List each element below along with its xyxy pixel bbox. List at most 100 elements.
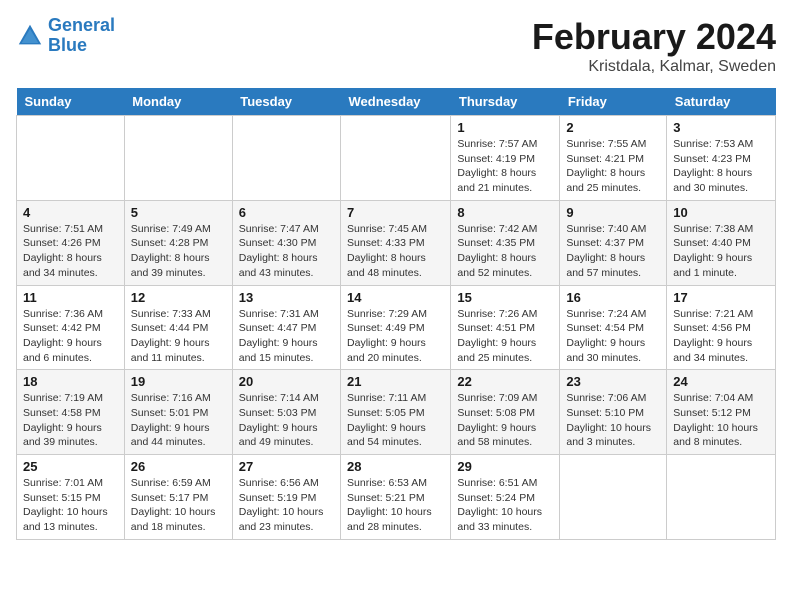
calendar-cell: 23 Sunrise: 7:06 AM Sunset: 5:10 PM Dayli… (560, 370, 667, 455)
day-number: 28 (347, 459, 444, 474)
day-info: Sunrise: 6:56 AM Sunset: 5:19 PM Dayligh… (239, 476, 334, 535)
day-number: 9 (566, 205, 660, 220)
calendar-cell: 17Sunrise: 7:21 AM Sunset: 4:56 PM Dayli… (667, 285, 776, 370)
weekday-header-row: SundayMondayTuesdayWednesdayThursdayFrid… (17, 88, 776, 116)
title-area: February 2024 Kristdala, Kalmar, Sweden (532, 16, 776, 76)
day-info: Sunrise: 7:57 AM Sunset: 4:19 PM Dayligh… (457, 137, 553, 196)
calendar-cell: 5 Sunrise: 7:49 AM Sunset: 4:28 PM Daylig… (124, 200, 232, 285)
day-number: 16 (566, 290, 660, 305)
week-row-5: 25 Sunrise: 7:01 AM Sunset: 5:15 PM Dayli… (17, 455, 776, 540)
day-number: 13 (239, 290, 334, 305)
day-number: 23 (566, 374, 660, 389)
day-info: Sunrise: 7:01 AM Sunset: 5:15 PM Dayligh… (23, 476, 118, 535)
day-info: Sunrise: 7:40 AM Sunset: 4:37 PM Dayligh… (566, 222, 660, 281)
calendar-cell (667, 455, 776, 540)
calendar-cell: 25 Sunrise: 7:01 AM Sunset: 5:15 PM Dayli… (17, 455, 125, 540)
calendar-cell: 14Sunrise: 7:29 AM Sunset: 4:49 PM Dayli… (341, 285, 451, 370)
calendar-cell: 16 Sunrise: 7:24 AM Sunset: 4:54 PM Dayli… (560, 285, 667, 370)
day-info: Sunrise: 7:49 AM Sunset: 4:28 PM Dayligh… (131, 222, 226, 281)
day-number: 27 (239, 459, 334, 474)
day-info: Sunrise: 7:06 AM Sunset: 5:10 PM Dayligh… (566, 391, 660, 450)
day-info: Sunrise: 7:09 AM Sunset: 5:08 PM Dayligh… (457, 391, 553, 450)
calendar-cell: 15 Sunrise: 7:26 AM Sunset: 4:51 PM Dayli… (451, 285, 560, 370)
calendar-cell: 4Sunrise: 7:51 AM Sunset: 4:26 PM Daylig… (17, 200, 125, 285)
logo-icon (16, 22, 44, 50)
calendar-cell: 13 Sunrise: 7:31 AM Sunset: 4:47 PM Dayli… (232, 285, 340, 370)
day-info: Sunrise: 7:55 AM Sunset: 4:21 PM Dayligh… (566, 137, 660, 196)
week-row-4: 18Sunrise: 7:19 AM Sunset: 4:58 PM Dayli… (17, 370, 776, 455)
weekday-header-friday: Friday (560, 88, 667, 116)
day-number: 7 (347, 205, 444, 220)
day-number: 29 (457, 459, 553, 474)
day-number: 18 (23, 374, 118, 389)
logo-line1: General (48, 15, 115, 35)
calendar-cell: 8 Sunrise: 7:42 AM Sunset: 4:35 PM Daylig… (451, 200, 560, 285)
day-number: 24 (673, 374, 769, 389)
calendar-cell (124, 116, 232, 201)
day-info: Sunrise: 7:51 AM Sunset: 4:26 PM Dayligh… (23, 222, 118, 281)
day-info: Sunrise: 6:59 AM Sunset: 5:17 PM Dayligh… (131, 476, 226, 535)
weekday-header-sunday: Sunday (17, 88, 125, 116)
logo-line2: Blue (48, 35, 87, 55)
day-number: 22 (457, 374, 553, 389)
calendar-cell: 10 Sunrise: 7:38 AM Sunset: 4:40 PM Dayli… (667, 200, 776, 285)
calendar-cell: 12Sunrise: 7:33 AM Sunset: 4:44 PM Dayli… (124, 285, 232, 370)
calendar-cell: 6 Sunrise: 7:47 AM Sunset: 4:30 PM Daylig… (232, 200, 340, 285)
day-info: Sunrise: 7:24 AM Sunset: 4:54 PM Dayligh… (566, 307, 660, 366)
day-info: Sunrise: 7:47 AM Sunset: 4:30 PM Dayligh… (239, 222, 334, 281)
calendar-cell (232, 116, 340, 201)
week-row-2: 4Sunrise: 7:51 AM Sunset: 4:26 PM Daylig… (17, 200, 776, 285)
calendar-cell: 18Sunrise: 7:19 AM Sunset: 4:58 PM Dayli… (17, 370, 125, 455)
calendar-cell (341, 116, 451, 201)
day-info: Sunrise: 6:51 AM Sunset: 5:24 PM Dayligh… (457, 476, 553, 535)
weekday-header-monday: Monday (124, 88, 232, 116)
calendar-cell: 20 Sunrise: 7:14 AM Sunset: 5:03 PM Dayli… (232, 370, 340, 455)
logo-text: General Blue (48, 16, 115, 56)
calendar-cell: 9 Sunrise: 7:40 AM Sunset: 4:37 PM Daylig… (560, 200, 667, 285)
calendar-cell: 27 Sunrise: 6:56 AM Sunset: 5:19 PM Dayli… (232, 455, 340, 540)
month-title: February 2024 (532, 16, 776, 58)
weekday-header-thursday: Thursday (451, 88, 560, 116)
day-info: Sunrise: 7:38 AM Sunset: 4:40 PM Dayligh… (673, 222, 769, 281)
day-number: 25 (23, 459, 118, 474)
day-number: 20 (239, 374, 334, 389)
logo: General Blue (16, 16, 115, 56)
calendar-cell: 28 Sunrise: 6:53 AM Sunset: 5:21 PM Dayli… (341, 455, 451, 540)
day-number: 3 (673, 120, 769, 135)
calendar-cell (17, 116, 125, 201)
day-info: Sunrise: 7:31 AM Sunset: 4:47 PM Dayligh… (239, 307, 334, 366)
day-info: Sunrise: 7:26 AM Sunset: 4:51 PM Dayligh… (457, 307, 553, 366)
week-row-1: 1Sunrise: 7:57 AM Sunset: 4:19 PM Daylig… (17, 116, 776, 201)
calendar-cell: 3 Sunrise: 7:53 AM Sunset: 4:23 PM Daylig… (667, 116, 776, 201)
location-title: Kristdala, Kalmar, Sweden (532, 58, 776, 76)
day-number: 11 (23, 290, 118, 305)
day-number: 15 (457, 290, 553, 305)
day-info: Sunrise: 7:42 AM Sunset: 4:35 PM Dayligh… (457, 222, 553, 281)
day-info: Sunrise: 6:53 AM Sunset: 5:21 PM Dayligh… (347, 476, 444, 535)
day-number: 17 (673, 290, 769, 305)
day-number: 6 (239, 205, 334, 220)
header: General Blue February 2024 Kristdala, Ka… (16, 16, 776, 76)
calendar-cell: 24 Sunrise: 7:04 AM Sunset: 5:12 PM Dayli… (667, 370, 776, 455)
day-info: Sunrise: 7:14 AM Sunset: 5:03 PM Dayligh… (239, 391, 334, 450)
day-number: 21 (347, 374, 444, 389)
day-info: Sunrise: 7:53 AM Sunset: 4:23 PM Dayligh… (673, 137, 769, 196)
weekday-header-tuesday: Tuesday (232, 88, 340, 116)
calendar-cell: 1Sunrise: 7:57 AM Sunset: 4:19 PM Daylig… (451, 116, 560, 201)
calendar-cell: 22 Sunrise: 7:09 AM Sunset: 5:08 PM Dayli… (451, 370, 560, 455)
calendar-table: SundayMondayTuesdayWednesdayThursdayFrid… (16, 88, 776, 540)
day-number: 5 (131, 205, 226, 220)
day-info: Sunrise: 7:11 AM Sunset: 5:05 PM Dayligh… (347, 391, 444, 450)
calendar-cell: 2Sunrise: 7:55 AM Sunset: 4:21 PM Daylig… (560, 116, 667, 201)
calendar-cell: 26Sunrise: 6:59 AM Sunset: 5:17 PM Dayli… (124, 455, 232, 540)
day-info: Sunrise: 7:16 AM Sunset: 5:01 PM Dayligh… (131, 391, 226, 450)
calendar-cell: 7Sunrise: 7:45 AM Sunset: 4:33 PM Daylig… (341, 200, 451, 285)
calendar-cell (560, 455, 667, 540)
day-number: 12 (131, 290, 226, 305)
calendar-cell: 29 Sunrise: 6:51 AM Sunset: 5:24 PM Dayli… (451, 455, 560, 540)
calendar-cell: 21 Sunrise: 7:11 AM Sunset: 5:05 PM Dayli… (341, 370, 451, 455)
day-number: 8 (457, 205, 553, 220)
day-info: Sunrise: 7:04 AM Sunset: 5:12 PM Dayligh… (673, 391, 769, 450)
day-number: 10 (673, 205, 769, 220)
calendar-cell: 19Sunrise: 7:16 AM Sunset: 5:01 PM Dayli… (124, 370, 232, 455)
